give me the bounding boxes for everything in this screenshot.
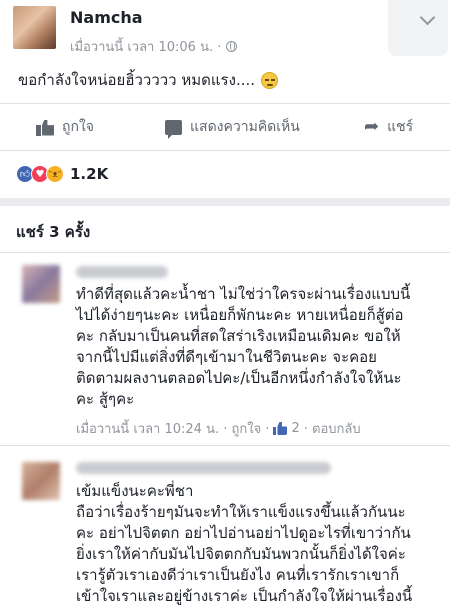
commenter-avatar[interactable] [22, 462, 60, 500]
thumbs-up-icon [36, 119, 54, 136]
comment-line: ยิ่งเราให้ค่ากับมันไปจิตตกกับมันพวกนั้นก… [76, 545, 406, 563]
comment-button[interactable]: แสดงความคิดเห็น [165, 116, 300, 139]
section-separator [0, 198, 450, 206]
post-timestamp[interactable]: เมื่อวานนี้ เวลา 10:06 น. · [70, 36, 221, 57]
comment-line: ทำดีที่สุดแล้วคะน้ำชา ไม่ใช่ว่าใครจะผ่าน… [76, 285, 411, 303]
commenter-avatar[interactable] [22, 265, 60, 303]
post-action-bar: ถูกใจ แสดงความคิดเห็น ➦ แชร์ [0, 104, 450, 148]
author-avatar[interactable] [13, 6, 56, 49]
comment-line: คะ สู้ๆคะ [76, 390, 135, 408]
reply-link[interactable]: · ตอบกลับ [304, 418, 361, 439]
comment-label: แสดงความคิดเห็น [190, 119, 300, 135]
commenter-name-blurred[interactable] [76, 266, 168, 278]
comment-timestamp[interactable]: เมื่อวานนี้ เวลา 10:24 น. · ถูกใจ · [76, 418, 269, 439]
reactions-summary[interactable]: 👍︎ ♥ ᵔᴥᵔ 1.2K [16, 165, 108, 183]
comment-icon [165, 119, 182, 139]
divider [0, 150, 450, 151]
comment-line: ติดตามผลงานตลอดไปคะ/เป็นอีกหนึ่งกำลังใจใ… [76, 369, 402, 387]
post-menu-button[interactable] [388, 0, 448, 56]
post-text: ขอกำลังใจหน่อยฮิ้ววววว หมดแรง.... [18, 71, 256, 89]
globe-icon [226, 41, 238, 52]
author-name[interactable]: Namcha [70, 8, 143, 27]
reaction-count: 1.2K [70, 165, 109, 183]
comment-line: ถือว่าเรื่องร้ายๆมันจะทำให้เราแข็งแรงขึ้… [76, 503, 406, 521]
share-label: แชร์ [387, 119, 414, 135]
share-arrow-icon: ➦ [364, 116, 380, 137]
comment-line: เข้าใจเราและอยู่ข้างเราค่ะ เป็นกำลังใจให… [76, 587, 413, 605]
comment-text: เข้มแข็งนะคะพี่ชา ถือว่าเรื่องร้ายๆมันจะ… [76, 481, 448, 607]
comment-like-count: 2 [291, 421, 300, 436]
commenter-name-blurred[interactable] [76, 462, 331, 474]
post-meta: เมื่อวานนี้ เวลา 10:06 น. · [70, 36, 238, 57]
divider [0, 252, 450, 253]
post-header: Namcha เมื่อวานนี้ เวลา 10:06 น. · [0, 0, 450, 60]
comment-line: เรารู้ตัวเราเองดีว่าเราเป็นยังไง คนที่เร… [76, 566, 400, 584]
comment-line: จากนี้ไปมีแต่สิ่งที่ดีๆเข้ามาในชีวิตนะคะ… [76, 348, 377, 366]
sleepy-face-emoji-icon [261, 71, 279, 89]
post-body: ขอกำลังใจหน่อยฮิ้ววววว หมดแรง.... [18, 68, 279, 92]
like-button[interactable]: ถูกใจ [36, 116, 94, 138]
divider [0, 445, 450, 446]
comment-meta: เมื่อวานนี้ เวลา 10:24 น. · ถูกใจ · 2 · … [76, 418, 361, 439]
haha-reaction-icon: ᵔᴥᵔ [46, 165, 64, 183]
comment-line: เข้มแข็งนะคะพี่ชา [76, 482, 194, 500]
comment-line: ไปได้ง่ายๆนะคะ เหนื่อยก็พักนะคะ หายเหนื่… [76, 306, 404, 324]
shares-title: แชร์ 3 ครั้ง [16, 223, 91, 241]
comment-line: คะ อย่าไปจิตตก อย่าไปอ่านอย่าไปดูอะไรที่… [76, 524, 411, 542]
share-button[interactable]: ➦ แชร์ [364, 116, 413, 138]
comment-text: ทำดีที่สุดแล้วคะน้ำชา ไม่ใช่ว่าใครจะผ่าน… [76, 284, 448, 410]
like-label: ถูกใจ [62, 119, 94, 135]
comment-line: คะ กลับมาเป็นคนที่สดใสร่าเริงเหมือนเดิมค… [76, 327, 401, 345]
thumbs-up-icon [273, 422, 287, 435]
